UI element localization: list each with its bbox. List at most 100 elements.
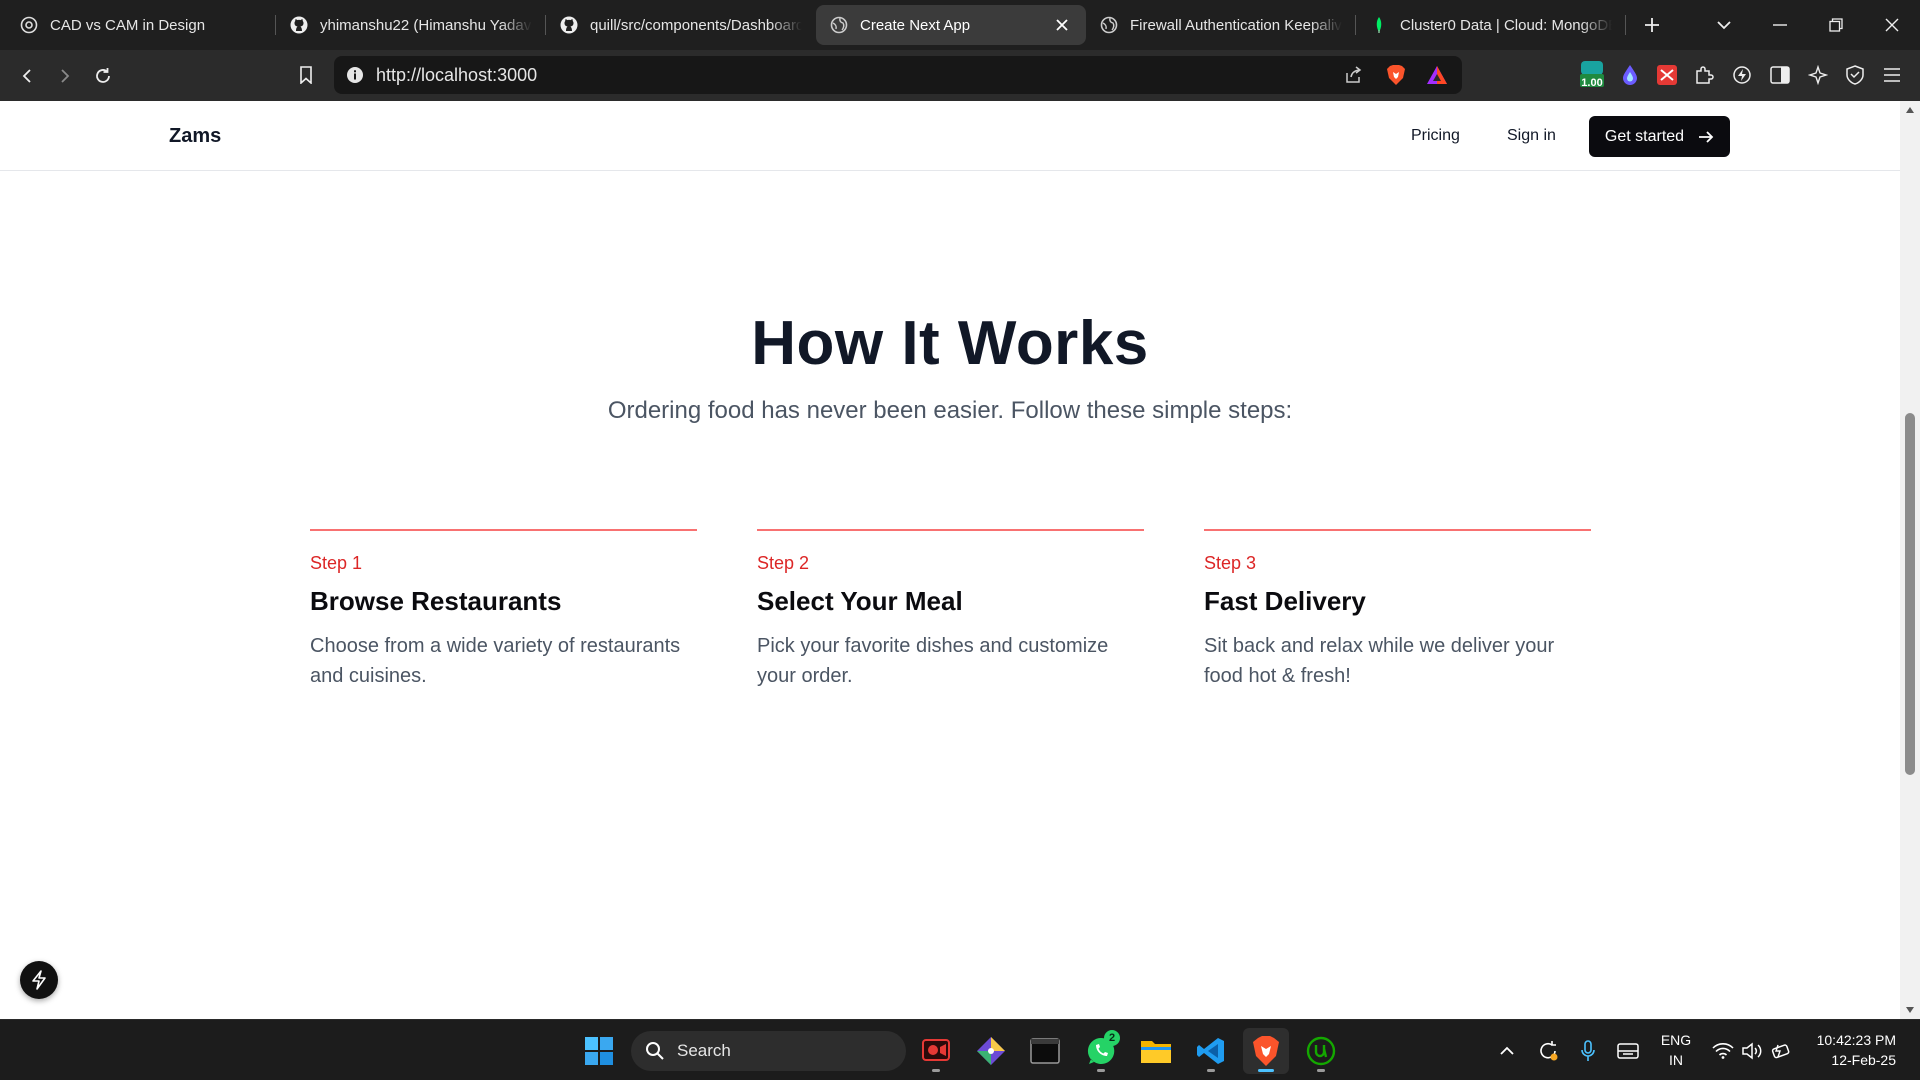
back-button[interactable] xyxy=(8,57,46,95)
microphone-tray-icon[interactable] xyxy=(1576,1020,1600,1080)
battery-icon[interactable] xyxy=(1768,1020,1794,1080)
start-button[interactable] xyxy=(576,1028,622,1074)
nextjs-dev-tools-button[interactable] xyxy=(20,961,58,999)
mongodb-leaf-icon xyxy=(1370,16,1388,34)
sync-tray-icon[interactable] xyxy=(1534,1020,1562,1080)
step-description: Choose from a wide variety of restaurant… xyxy=(310,635,681,687)
step-title: Fast Delivery xyxy=(1204,586,1366,616)
step-divider xyxy=(1204,529,1591,531)
keyboard-tray-icon[interactable] xyxy=(1614,1020,1642,1080)
tab-search-button[interactable] xyxy=(1696,0,1752,50)
restore-icon xyxy=(1829,18,1843,32)
tab-title: CAD vs CAM in Design xyxy=(50,16,206,34)
step-label: Step 3 xyxy=(1204,553,1257,573)
tab-create-next-app[interactable]: Create Next App xyxy=(816,5,1086,45)
site-header: Zams Pricing Sign in Get started xyxy=(0,101,1900,171)
taskbar-brave-browser[interactable] xyxy=(1243,1028,1289,1074)
wifi-icon[interactable] xyxy=(1710,1020,1736,1080)
step-card: Step 2 Select Your Meal Pick your favori… xyxy=(757,529,1144,691)
git-diamond-icon xyxy=(977,1037,1005,1065)
water-drop-extension-icon[interactable] xyxy=(1612,56,1648,94)
tab-github-quill[interactable]: quill/src/components/Dashboard xyxy=(546,5,816,45)
step-title: Select Your Meal xyxy=(757,586,963,616)
brave-browser-icon xyxy=(1253,1036,1279,1066)
clock-time: 10:42:23 PM xyxy=(1816,1032,1896,1048)
menu-icon[interactable] xyxy=(1874,56,1910,94)
extension-counter-icon[interactable]: 1.00 xyxy=(1574,56,1610,94)
share-icon[interactable] xyxy=(1344,66,1364,84)
github-icon xyxy=(290,16,308,34)
close-icon xyxy=(1885,18,1899,32)
lightning-bolt-icon xyxy=(32,970,46,990)
terminal-icon xyxy=(1030,1038,1060,1064)
tab-firewall-auth[interactable]: Firewall Authentication Keepalive xyxy=(1086,5,1356,45)
url-text: http://localhost:3000 xyxy=(376,64,538,85)
running-indicator xyxy=(1097,1069,1105,1072)
volume-icon[interactable] xyxy=(1740,1020,1766,1080)
section-subtitle: Ordering food has never been easier. Fol… xyxy=(607,397,1293,424)
address-bar[interactable]: http://localhost:3000 xyxy=(334,56,1462,94)
show-hidden-icons-button[interactable] xyxy=(1494,1020,1520,1080)
language-code: ENG xyxy=(1660,1032,1692,1048)
taskbar-search[interactable]: Search xyxy=(631,1031,906,1071)
step-label: Step 2 xyxy=(757,553,810,573)
bookmark-icon xyxy=(300,66,312,84)
brand-logo[interactable]: Zams xyxy=(169,125,221,148)
scrollbar-thumb[interactable] xyxy=(1905,413,1915,775)
arrow-left-icon xyxy=(22,68,31,83)
step-description: Pick your favorite dishes and customize … xyxy=(757,635,1109,687)
scroll-down-arrow-icon[interactable] xyxy=(1900,1001,1920,1019)
windows-taskbar: Search 2 ENG IN 10:42:23 PM 12-Feb-25 xyxy=(0,1019,1920,1080)
close-icon[interactable] xyxy=(1052,15,1072,35)
taskbar-whatsapp[interactable]: 2 xyxy=(1078,1028,1124,1074)
tab-mongodb[interactable]: Cluster0 Data | Cloud: MongoDB xyxy=(1356,5,1626,45)
tab-title: Create Next App xyxy=(860,16,971,34)
taskbar-git[interactable] xyxy=(968,1028,1014,1074)
vpn-shield-icon[interactable] xyxy=(1837,56,1873,94)
get-started-button[interactable]: Get started xyxy=(1589,116,1730,157)
tab-title: yhimanshu22 (Himanshu Yadav) xyxy=(320,16,532,34)
new-tab-button[interactable] xyxy=(1632,5,1672,45)
vscode-icon xyxy=(1197,1038,1224,1064)
leo-ai-icon[interactable] xyxy=(1724,56,1760,94)
site-info-icon[interactable] xyxy=(346,66,364,84)
sparkle-icon[interactable] xyxy=(1800,56,1836,94)
tab-title: Firewall Authentication Keepalive xyxy=(1130,16,1342,34)
search-icon xyxy=(646,1042,664,1060)
brave-shields-icon[interactable] xyxy=(1386,64,1406,86)
taskbar-vscode[interactable] xyxy=(1188,1028,1234,1074)
search-label: Search xyxy=(677,1041,731,1060)
reload-button[interactable] xyxy=(84,57,122,95)
reload-icon xyxy=(96,67,110,83)
taskbar-file-explorer[interactable] xyxy=(1133,1028,1179,1074)
scroll-up-arrow-icon[interactable] xyxy=(1900,101,1920,119)
close-window-button[interactable] xyxy=(1864,0,1920,50)
extensions-icon[interactable] xyxy=(1686,56,1722,94)
taskbar-clock[interactable]: 10:42:23 PM 12-Feb-25 xyxy=(1800,1030,1896,1070)
tab-github-profile[interactable]: yhimanshu22 (Himanshu Yadav) xyxy=(276,5,546,45)
notification-badge: 2 xyxy=(1104,1030,1120,1046)
get-started-label: Get started xyxy=(1604,127,1685,145)
screen-recorder-icon xyxy=(922,1039,950,1061)
sidebar-toggle-icon[interactable] xyxy=(1762,56,1798,94)
nav-sign-in-link[interactable]: Sign in xyxy=(1507,127,1556,145)
upwork-icon xyxy=(1306,1036,1336,1066)
minimize-button[interactable] xyxy=(1752,0,1808,50)
forward-button[interactable] xyxy=(46,57,84,95)
tab-cad-vs-cam[interactable]: CAD vs CAM in Design xyxy=(6,5,276,45)
bookmark-button[interactable] xyxy=(287,56,325,94)
restore-button[interactable] xyxy=(1808,0,1864,50)
red-puzzle-extension-icon[interactable] xyxy=(1649,56,1685,94)
input-language[interactable]: ENG IN xyxy=(1658,1030,1694,1070)
minimize-icon xyxy=(1773,24,1787,26)
taskbar-screen-recorder[interactable] xyxy=(913,1028,959,1074)
github-icon xyxy=(560,16,578,34)
taskbar-upwork[interactable] xyxy=(1298,1028,1344,1074)
active-indicator xyxy=(1258,1069,1274,1072)
brave-rewards-icon[interactable] xyxy=(1426,65,1448,85)
chevron-up-icon xyxy=(1500,1046,1514,1055)
chevron-down-icon xyxy=(1717,21,1731,30)
taskbar-terminal[interactable] xyxy=(1022,1028,1068,1074)
nav-pricing-link[interactable]: Pricing xyxy=(1411,127,1460,145)
page-scrollbar[interactable] xyxy=(1900,101,1920,1019)
